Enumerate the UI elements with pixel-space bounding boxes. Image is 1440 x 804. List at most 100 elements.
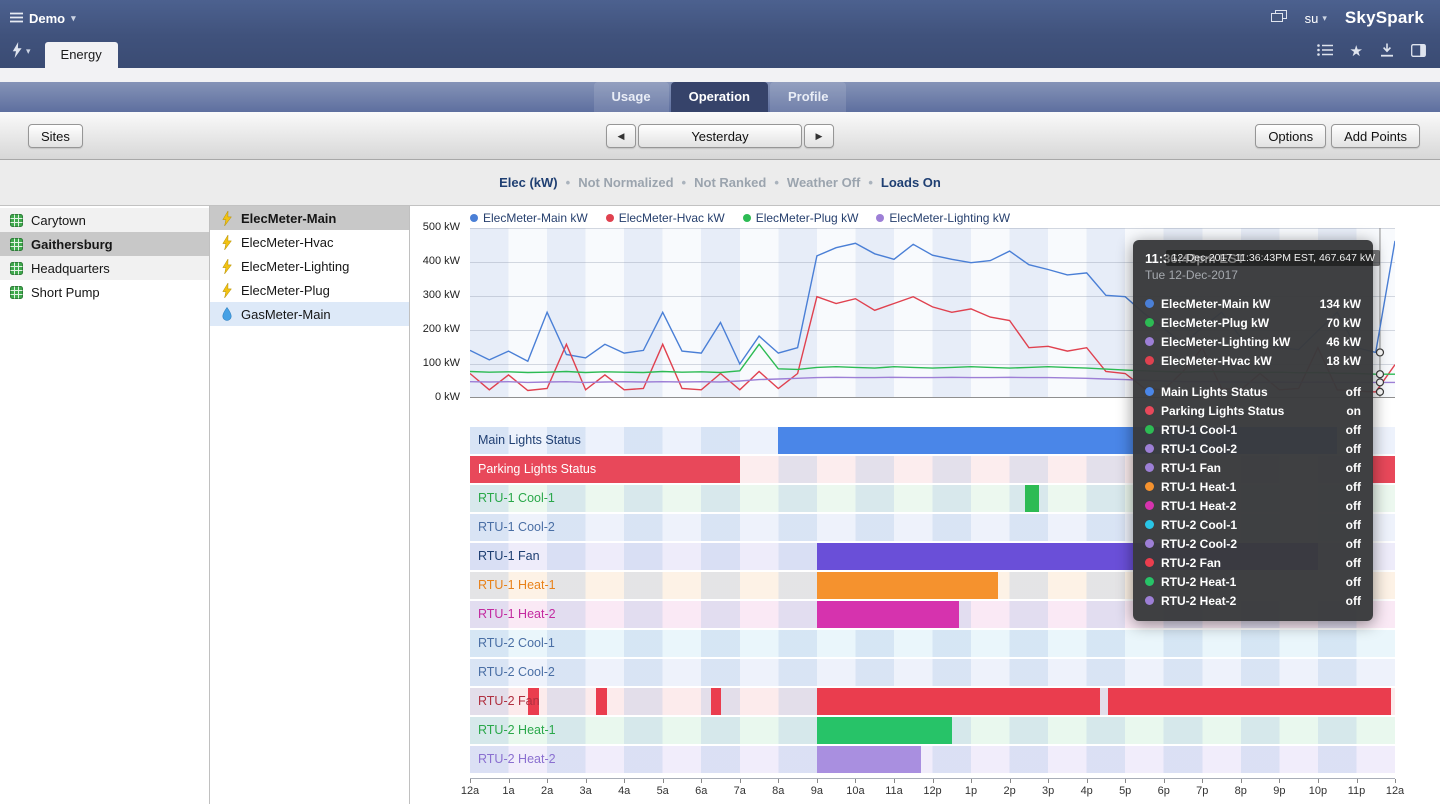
x-tick	[1241, 779, 1242, 783]
tooltip-row: Parking Lights Statuson	[1145, 401, 1361, 420]
tooltip-series-name: RTU-2 Cool-1	[1161, 518, 1339, 532]
series-dot	[1145, 425, 1154, 434]
gantt-row-rtu-2-cool-1: RTU-2 Cool-1	[470, 630, 1395, 657]
tooltip-series-value: off	[1346, 537, 1361, 551]
tooltip-series-name: RTU-1 Fan	[1161, 461, 1339, 475]
windows-icon[interactable]	[1271, 10, 1287, 26]
tab-usage[interactable]: Usage	[594, 82, 669, 112]
sites-button[interactable]: Sites	[28, 124, 83, 148]
meters-list: ElecMeter-Main ElecMeter-Hvac ElecMeter-Li…	[210, 206, 410, 804]
x-tick-label: 5a	[657, 785, 669, 797]
status-separator: •	[566, 175, 571, 190]
app-switcher[interactable]: ▾	[12, 42, 31, 61]
status-bar-segment	[711, 688, 721, 715]
period-button[interactable]: Yesterday	[638, 124, 802, 148]
tooltip-date: Tue 12-Dec-2017	[1145, 268, 1361, 282]
chevron-down-icon: ▾	[71, 13, 76, 24]
sidebar-item-carytown[interactable]: Carytown	[0, 208, 209, 232]
legend-label: ElecMeter-Lighting kW	[889, 211, 1010, 225]
meter-label: ElecMeter-Lighting	[241, 259, 349, 274]
gantt-bands	[470, 746, 1395, 773]
list-icon[interactable]	[1317, 44, 1333, 59]
x-tick-label: 6p	[1158, 785, 1170, 797]
x-tick-label: 5p	[1119, 785, 1131, 797]
tooltip-row: RTU-2 Fanoff	[1145, 553, 1361, 572]
subheader-strip	[0, 68, 1440, 82]
legend-item-elecmeter-main-kw[interactable]: ElecMeter-Main kW	[470, 211, 588, 225]
x-tick	[971, 779, 972, 783]
workspace-menu[interactable]: Demo ▾	[10, 11, 76, 26]
tooltip-series-value: off	[1346, 499, 1361, 513]
gantt-row-label: RTU-1 Cool-1	[478, 485, 555, 512]
sidebar-item-elecmeter-main[interactable]: ElecMeter-Main	[210, 206, 409, 230]
x-tick-label: 9p	[1273, 785, 1285, 797]
x-tick-label: 1a	[502, 785, 514, 797]
gantt-row-label: Parking Lights Status	[478, 456, 596, 483]
x-tick-label: 11p	[1348, 785, 1366, 797]
options-button[interactable]: Options	[1255, 124, 1326, 148]
sidebar-item-elecmeter-lighting[interactable]: ElecMeter-Lighting	[210, 254, 409, 278]
sidebar-item-headquarters[interactable]: Headquarters	[0, 256, 209, 280]
status-item-not-normalized: Not Normalized	[578, 175, 673, 190]
series-dot	[1145, 356, 1154, 365]
star-icon[interactable]: ★	[1350, 46, 1363, 58]
columns-icon[interactable]	[1411, 44, 1426, 60]
status-item-weather-off: Weather Off	[787, 175, 860, 190]
menu-icon	[10, 11, 23, 26]
header-tools: ★	[1317, 43, 1426, 60]
sidebar-item-gasmeter-main[interactable]: GasMeter-Main	[210, 302, 409, 326]
gantt-row-label: RTU-2 Heat-2	[478, 746, 556, 773]
legend-item-elecmeter-lighting-kw[interactable]: ElecMeter-Lighting kW	[876, 211, 1010, 225]
tab-operation[interactable]: Operation	[671, 82, 768, 112]
y-tick-label: 100 kW	[423, 357, 460, 369]
sidebar-item-elecmeter-plug[interactable]: ElecMeter-Plug	[210, 278, 409, 302]
series-dot	[606, 214, 614, 222]
x-tick	[586, 779, 587, 783]
hover-tooltip: 11:36:43pm EST Tue 12-Dec-2017 ElecMeter…	[1133, 240, 1373, 621]
series-dot	[1145, 406, 1154, 415]
legend-label: ElecMeter-Main kW	[483, 211, 588, 225]
sidebar-item-elecmeter-hvac[interactable]: ElecMeter-Hvac	[210, 230, 409, 254]
status-bar-segment	[1372, 456, 1395, 483]
series-dot	[1145, 501, 1154, 510]
status-separator: •	[774, 175, 779, 190]
series-dot	[1145, 318, 1154, 327]
sidebar-item-short-pump[interactable]: Short Pump	[0, 280, 209, 304]
x-tick-label: 6a	[695, 785, 707, 797]
tooltip-series-name: RTU-1 Cool-2	[1161, 442, 1339, 456]
gantt-row-rtu-2-fan: RTU-2 Fan	[470, 688, 1395, 715]
x-tick	[1164, 779, 1165, 783]
tooltip-series-name: Parking Lights Status	[1161, 404, 1339, 418]
sidebar-item-gaithersburg[interactable]: Gaithersburg	[0, 232, 209, 256]
series-dot	[1145, 444, 1154, 453]
tooltip-series-value: off	[1346, 480, 1361, 494]
y-tick-label: 500 kW	[423, 221, 460, 233]
series-dot	[743, 214, 751, 222]
status-bar-segment	[817, 572, 998, 599]
tooltip-series-name: RTU-1 Heat-1	[1161, 480, 1339, 494]
tab-energy[interactable]: Energy	[45, 42, 118, 68]
add-points-button[interactable]: Add Points	[1331, 124, 1420, 148]
x-tick	[547, 779, 548, 783]
tab-profile[interactable]: Profile	[770, 82, 846, 112]
legend-item-elecmeter-hvac-kw[interactable]: ElecMeter-Hvac kW	[606, 211, 725, 225]
user-menu[interactable]: su ▾	[1305, 11, 1327, 26]
x-tick-label: 7p	[1196, 785, 1208, 797]
prev-period-button[interactable]: ◀	[606, 124, 636, 148]
point-flag: 12-Dec-2017 11:36:43PM EST, 467.647 kW	[1166, 250, 1380, 266]
bolt-icon	[219, 211, 234, 226]
tooltip-series-value: off	[1346, 518, 1361, 532]
x-tick	[470, 779, 471, 783]
download-icon[interactable]	[1380, 43, 1394, 60]
workspace-name: Demo	[29, 11, 65, 26]
tooltip-series-value: 46 kW	[1326, 335, 1361, 349]
next-period-button[interactable]: ▶	[804, 124, 834, 148]
x-tick-label: 3a	[579, 785, 591, 797]
meter-label: ElecMeter-Main	[241, 211, 336, 226]
gantt-row-label: RTU-1 Cool-2	[478, 514, 555, 541]
x-tick-label: 8p	[1235, 785, 1247, 797]
legend-item-elecmeter-plug-kw[interactable]: ElecMeter-Plug kW	[743, 211, 859, 225]
x-tick-label: 8a	[772, 785, 784, 797]
y-axis-labels: 0 kW100 kW200 kW300 kW400 kW500 kW	[410, 228, 464, 398]
y-tick-label: 400 kW	[423, 255, 460, 267]
